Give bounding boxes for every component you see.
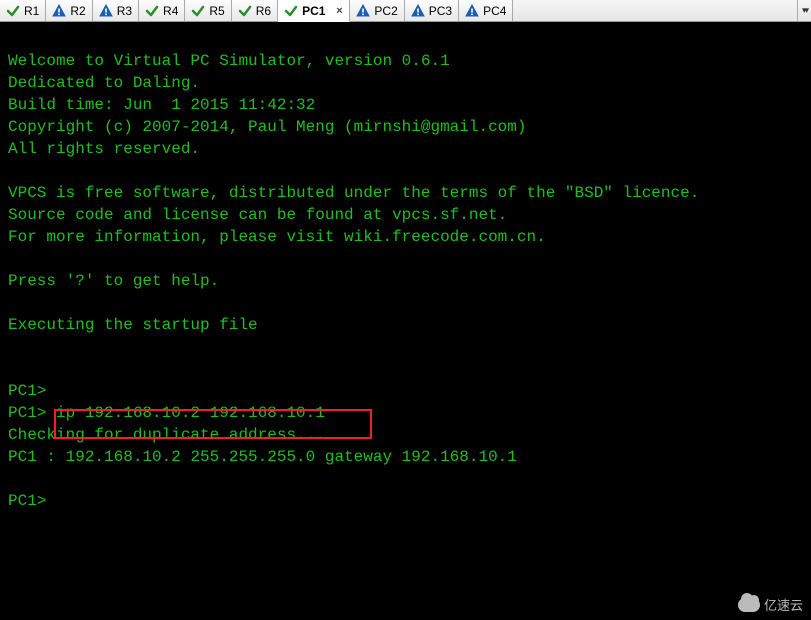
tab-pc3[interactable]: PC3 bbox=[405, 0, 459, 21]
warning-icon bbox=[99, 4, 113, 18]
check-icon bbox=[238, 4, 252, 18]
warning-icon bbox=[52, 4, 66, 18]
watermark-text: 亿速云 bbox=[764, 595, 803, 614]
warning-icon bbox=[465, 4, 479, 18]
tab-label: R5 bbox=[209, 4, 224, 18]
tab-label: R4 bbox=[163, 4, 178, 18]
tab-label: R6 bbox=[256, 4, 271, 18]
tab-label: R3 bbox=[117, 4, 132, 18]
chevron-down-icon: ▾▾ bbox=[802, 5, 807, 16]
tab-label: PC1 bbox=[302, 4, 325, 18]
tab-label: PC4 bbox=[483, 4, 506, 18]
tab-r6[interactable]: R6 bbox=[232, 0, 278, 21]
tab-pc1[interactable]: PC1 × bbox=[278, 0, 350, 22]
close-icon[interactable]: × bbox=[333, 5, 345, 17]
tabbar: R1 R2 R3 R4 R5 R6 PC1 × PC2 PC3 PC4 ▾▾ bbox=[0, 0, 811, 22]
tab-r1[interactable]: R1 bbox=[0, 0, 46, 21]
watermark: 亿速云 bbox=[738, 595, 803, 614]
check-icon bbox=[191, 4, 205, 18]
tab-pc2[interactable]: PC2 bbox=[350, 0, 404, 21]
tab-r5[interactable]: R5 bbox=[185, 0, 231, 21]
cloud-icon bbox=[738, 598, 760, 612]
tab-r4[interactable]: R4 bbox=[139, 0, 185, 21]
tab-label: PC2 bbox=[374, 4, 397, 18]
warning-icon bbox=[411, 4, 425, 18]
check-icon bbox=[6, 4, 20, 18]
warning-icon bbox=[356, 4, 370, 18]
tab-label: R2 bbox=[70, 4, 85, 18]
terminal-pane[interactable]: Welcome to Virtual PC Simulator, version… bbox=[0, 22, 811, 620]
tab-label: R1 bbox=[24, 4, 39, 18]
terminal-output: Welcome to Virtual PC Simulator, version… bbox=[8, 28, 803, 512]
tab-r2[interactable]: R2 bbox=[46, 0, 92, 21]
tab-label: PC3 bbox=[429, 4, 452, 18]
check-icon bbox=[284, 4, 298, 18]
check-icon bbox=[145, 4, 159, 18]
tab-overflow[interactable]: ▾▾ bbox=[797, 0, 811, 21]
tab-pc4[interactable]: PC4 bbox=[459, 0, 513, 21]
tab-r3[interactable]: R3 bbox=[93, 0, 139, 21]
